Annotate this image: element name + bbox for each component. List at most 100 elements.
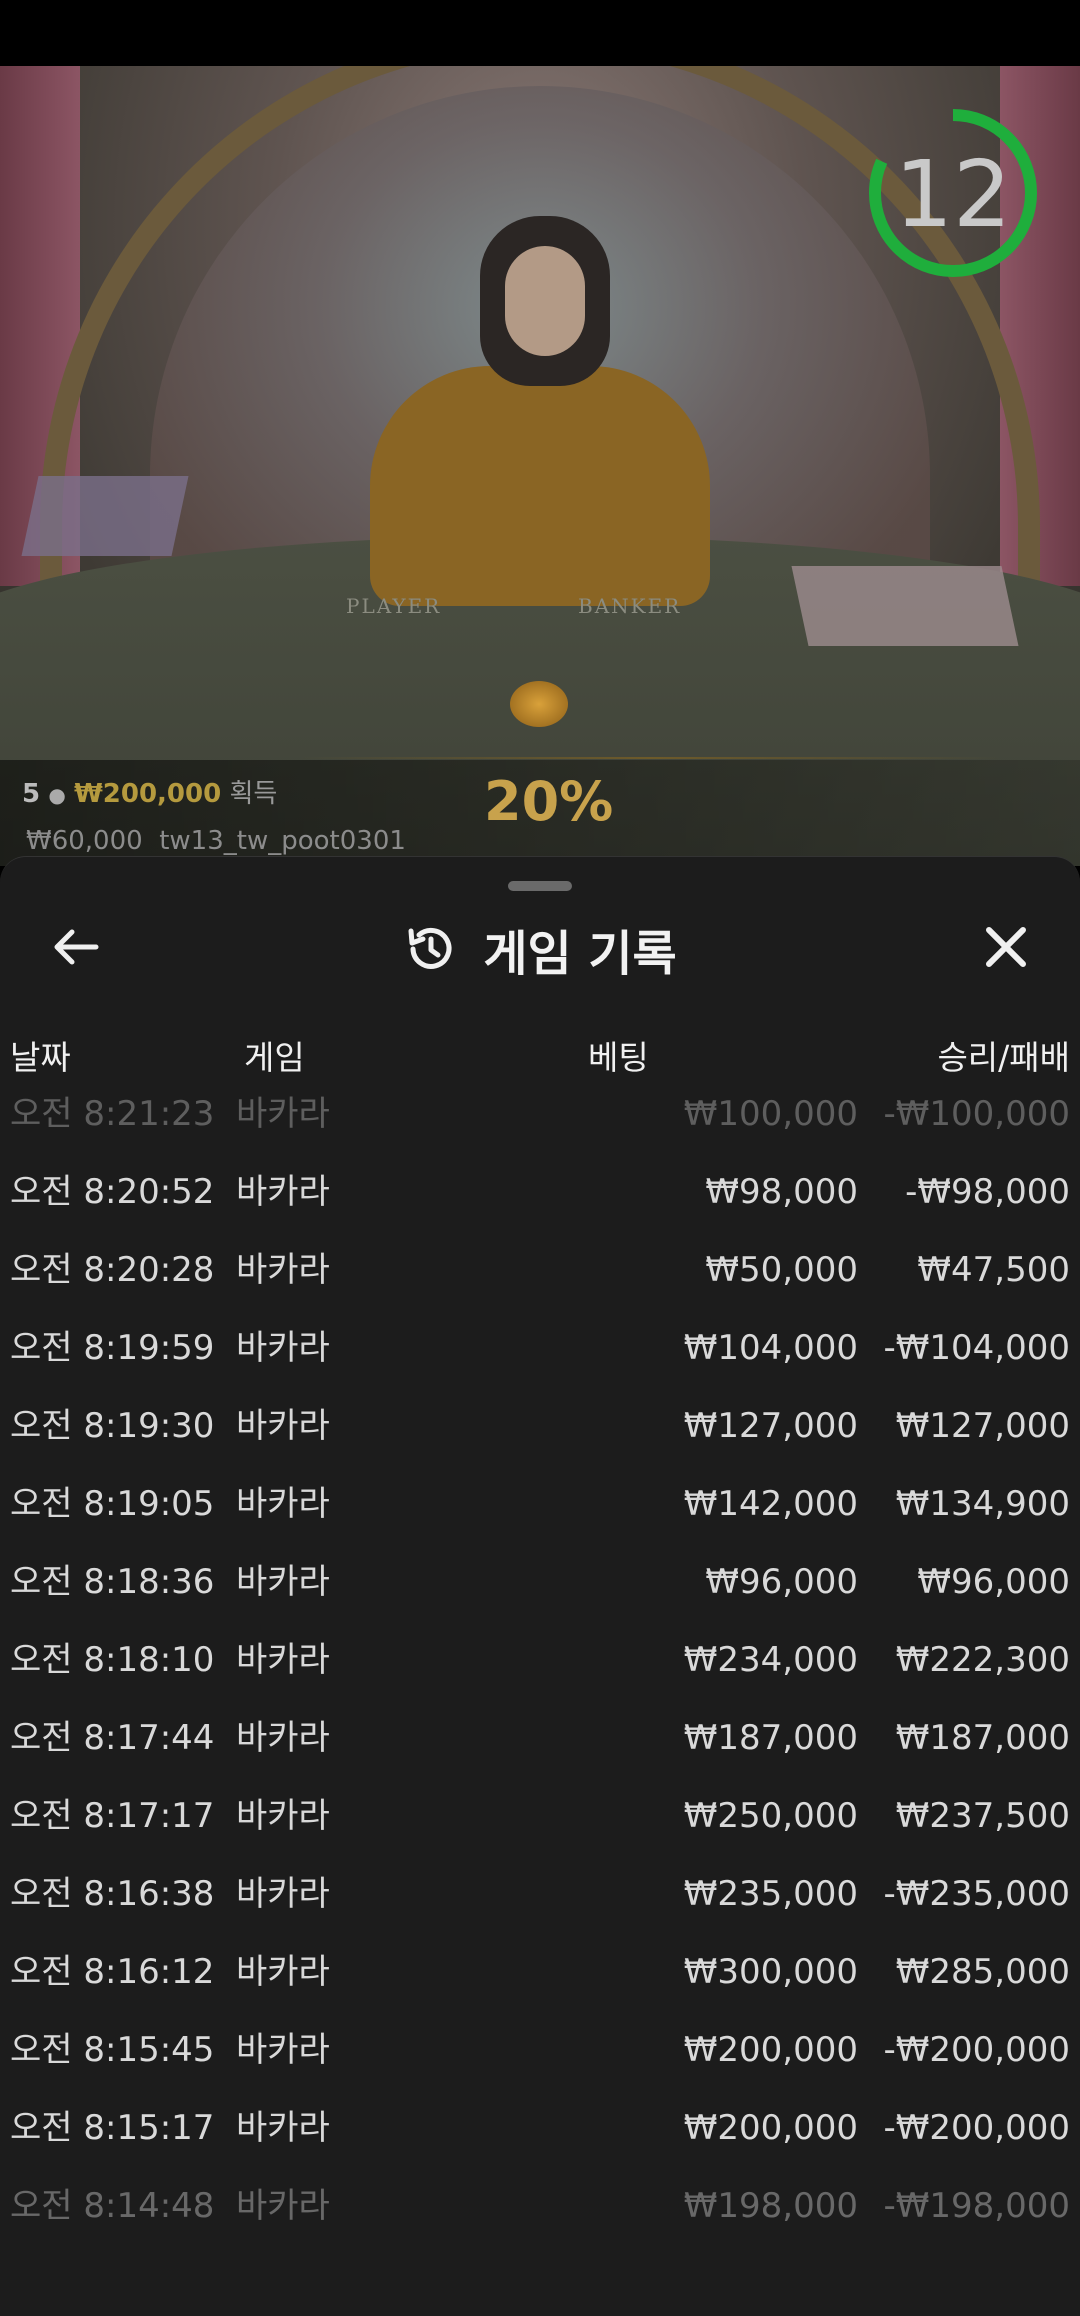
table-label-player: PLAYER bbox=[346, 594, 442, 618]
history-row-bet: ₩96,000 bbox=[705, 1562, 858, 1602]
history-row-bet: ₩104,000 bbox=[683, 1328, 858, 1368]
history-row-result: -₩98,000 bbox=[905, 1172, 1070, 1212]
history-row[interactable]: 오전 8:21:23 바카라 ₩100,000 -₩100,000 bbox=[0, 1075, 1080, 1153]
history-row-date: 오전 8:20:52 bbox=[10, 1172, 215, 1212]
history-row-date: 오전 8:16:38 bbox=[10, 1874, 215, 1914]
history-row-bet: ₩187,000 bbox=[683, 1718, 858, 1758]
drag-handle[interactable] bbox=[508, 881, 572, 891]
history-row-result: ₩222,300 bbox=[895, 1640, 1070, 1680]
history-row-game: 바카라 bbox=[236, 1796, 330, 1836]
table-label-banker: BANKER bbox=[578, 594, 682, 618]
column-header-date: 날짜 bbox=[10, 1038, 71, 1077]
history-row-bet: ₩234,000 bbox=[683, 1640, 858, 1680]
history-row[interactable]: 오전 8:15:45 바카라 ₩200,000 -₩200,000 bbox=[0, 2011, 1080, 2089]
chip-icon bbox=[510, 681, 568, 727]
history-row-game: 바카라 bbox=[236, 1172, 330, 1212]
history-row[interactable]: 오전 8:17:44 바카라 ₩187,000 ₩187,000 bbox=[0, 1699, 1080, 1777]
winner-suffix: 획득 bbox=[229, 779, 278, 809]
history-row-result: -₩198,000 bbox=[883, 2186, 1071, 2226]
back-button[interactable] bbox=[46, 917, 106, 977]
history-row[interactable]: 오전 8:20:52 바카라 ₩98,000 -₩98,000 bbox=[0, 1153, 1080, 1231]
history-row-result: -₩100,000 bbox=[883, 1094, 1071, 1134]
history-row-result: -₩235,000 bbox=[883, 1874, 1071, 1914]
close-button[interactable] bbox=[976, 917, 1036, 977]
history-row-date: 오전 8:15:45 bbox=[10, 2030, 215, 2070]
history-row-bet: ₩250,000 bbox=[683, 1796, 858, 1836]
history-row-date: 오전 8:17:44 bbox=[10, 1718, 215, 1758]
column-header-bet: 베팅 bbox=[588, 1038, 649, 1077]
promo-percent: 20% bbox=[484, 770, 614, 833]
history-row-game: 바카라 bbox=[236, 1484, 330, 1524]
history-row-game: 바카라 bbox=[236, 1406, 330, 1446]
history-row-date: 오전 8:16:12 bbox=[10, 1952, 215, 1992]
history-row-result: ₩96,000 bbox=[917, 1562, 1070, 1602]
history-row-bet: ₩100,000 bbox=[683, 1094, 858, 1134]
history-row-bet: ₩200,000 bbox=[683, 2030, 858, 2070]
history-row-result: ₩127,000 bbox=[895, 1406, 1070, 1446]
game-history-sheet: 게임 기록 날짜 게임 베팅 승리/패배 오전 8:21:23 바카라 ₩100,0… bbox=[0, 856, 1080, 2316]
history-row[interactable]: 오전 8:20:28 바카라 ₩50,000 ₩47,500 bbox=[0, 1231, 1080, 1309]
history-row-bet: ₩198,000 bbox=[683, 2186, 858, 2226]
winner-entry-user: tw13_tw_poot0301 bbox=[159, 826, 406, 856]
winners-summary: 5 ● ₩200,000 획득 bbox=[22, 773, 277, 810]
history-row[interactable]: 오전 8:16:38 바카라 ₩235,000 -₩235,000 bbox=[0, 1855, 1080, 1933]
history-row-bet: ₩98,000 bbox=[705, 1172, 858, 1212]
history-row-game: 바카라 bbox=[236, 1328, 330, 1368]
history-row-date: 오전 8:14:48 bbox=[10, 2186, 215, 2226]
history-row[interactable]: 오전 8:19:59 바카라 ₩104,000 -₩104,000 bbox=[0, 1309, 1080, 1387]
history-row-game: 바카라 bbox=[236, 2030, 330, 2070]
close-icon bbox=[986, 927, 1026, 967]
column-header-game: 게임 bbox=[244, 1038, 305, 1077]
gold-divider bbox=[300, 757, 1000, 759]
winner-entry-amount: ₩60,000 bbox=[26, 826, 143, 856]
winner-entry: ₩60,000 tw13_tw_poot0301 bbox=[26, 826, 406, 856]
history-row-game: 바카라 bbox=[236, 1874, 330, 1914]
history-row[interactable]: 오전 8:18:36 바카라 ₩96,000 ₩96,000 bbox=[0, 1543, 1080, 1621]
history-row-game: 바카라 bbox=[236, 1952, 330, 1992]
history-row-date: 오전 8:18:10 bbox=[10, 1640, 215, 1680]
history-row-date: 오전 8:18:36 bbox=[10, 1562, 215, 1602]
history-row-bet: ₩235,000 bbox=[683, 1874, 858, 1914]
sheet-header: 게임 기록 bbox=[0, 917, 1080, 982]
countdown-timer: 12 bbox=[894, 141, 1012, 248]
history-row[interactable]: 오전 8:16:12 바카라 ₩300,000 ₩285,000 bbox=[0, 1933, 1080, 2011]
history-row-result: -₩200,000 bbox=[883, 2030, 1071, 2070]
history-row-result: ₩47,500 bbox=[917, 1250, 1070, 1290]
card-shoe-right bbox=[791, 566, 1019, 646]
status-bar bbox=[0, 0, 1080, 66]
history-row[interactable]: 오전 8:19:05 바카라 ₩142,000 ₩134,900 bbox=[0, 1465, 1080, 1543]
history-row-result: ₩187,000 bbox=[895, 1718, 1070, 1758]
history-row-date: 오전 8:20:28 bbox=[10, 1250, 215, 1290]
winner-total-amount: ₩200,000 bbox=[74, 779, 222, 809]
history-row[interactable]: 오전 8:15:17 바카라 ₩200,000 -₩200,000 bbox=[0, 2089, 1080, 2167]
history-row-game: 바카라 bbox=[236, 1640, 330, 1680]
history-row-bet: ₩50,000 bbox=[705, 1250, 858, 1290]
history-row-date: 오전 8:19:05 bbox=[10, 1484, 215, 1524]
history-row-result: -₩200,000 bbox=[883, 2108, 1071, 2148]
column-header-result: 승리/패배 bbox=[937, 1038, 1070, 1077]
history-row[interactable]: 오전 8:18:10 바카라 ₩234,000 ₩222,300 bbox=[0, 1621, 1080, 1699]
history-row-game: 바카라 bbox=[236, 1562, 330, 1602]
dealer bbox=[370, 366, 710, 606]
history-row-bet: ₩142,000 bbox=[683, 1484, 858, 1524]
history-row-result: ₩237,500 bbox=[895, 1796, 1070, 1836]
history-row-date: 오전 8:21:23 bbox=[10, 1094, 215, 1134]
history-row-bet: ₩200,000 bbox=[683, 2108, 858, 2148]
history-row-result: ₩285,000 bbox=[895, 1952, 1070, 1992]
card-tray-left bbox=[21, 476, 189, 556]
history-clock-icon bbox=[408, 927, 452, 969]
history-row-date: 오전 8:15:17 bbox=[10, 2108, 215, 2148]
user-icon: ● bbox=[48, 783, 66, 807]
winner-count: 5 bbox=[22, 779, 41, 809]
history-row[interactable]: 오전 8:19:30 바카라 ₩127,000 ₩127,000 bbox=[0, 1387, 1080, 1465]
history-row-bet: ₩300,000 bbox=[683, 1952, 858, 1992]
history-row-game: 바카라 bbox=[236, 2186, 330, 2226]
history-row-date: 오전 8:19:59 bbox=[10, 1328, 215, 1368]
history-row-game: 바카라 bbox=[236, 1718, 330, 1758]
arrow-left-icon bbox=[54, 929, 99, 965]
history-row-date: 오전 8:19:30 bbox=[10, 1406, 215, 1446]
history-row[interactable]: 오전 8:14:48 바카라 ₩198,000 -₩198,000 bbox=[0, 2167, 1080, 2245]
dealer-face bbox=[505, 246, 585, 356]
sheet-title: 게임 기록 bbox=[483, 926, 677, 982]
history-row[interactable]: 오전 8:17:17 바카라 ₩250,000 ₩237,500 bbox=[0, 1777, 1080, 1855]
